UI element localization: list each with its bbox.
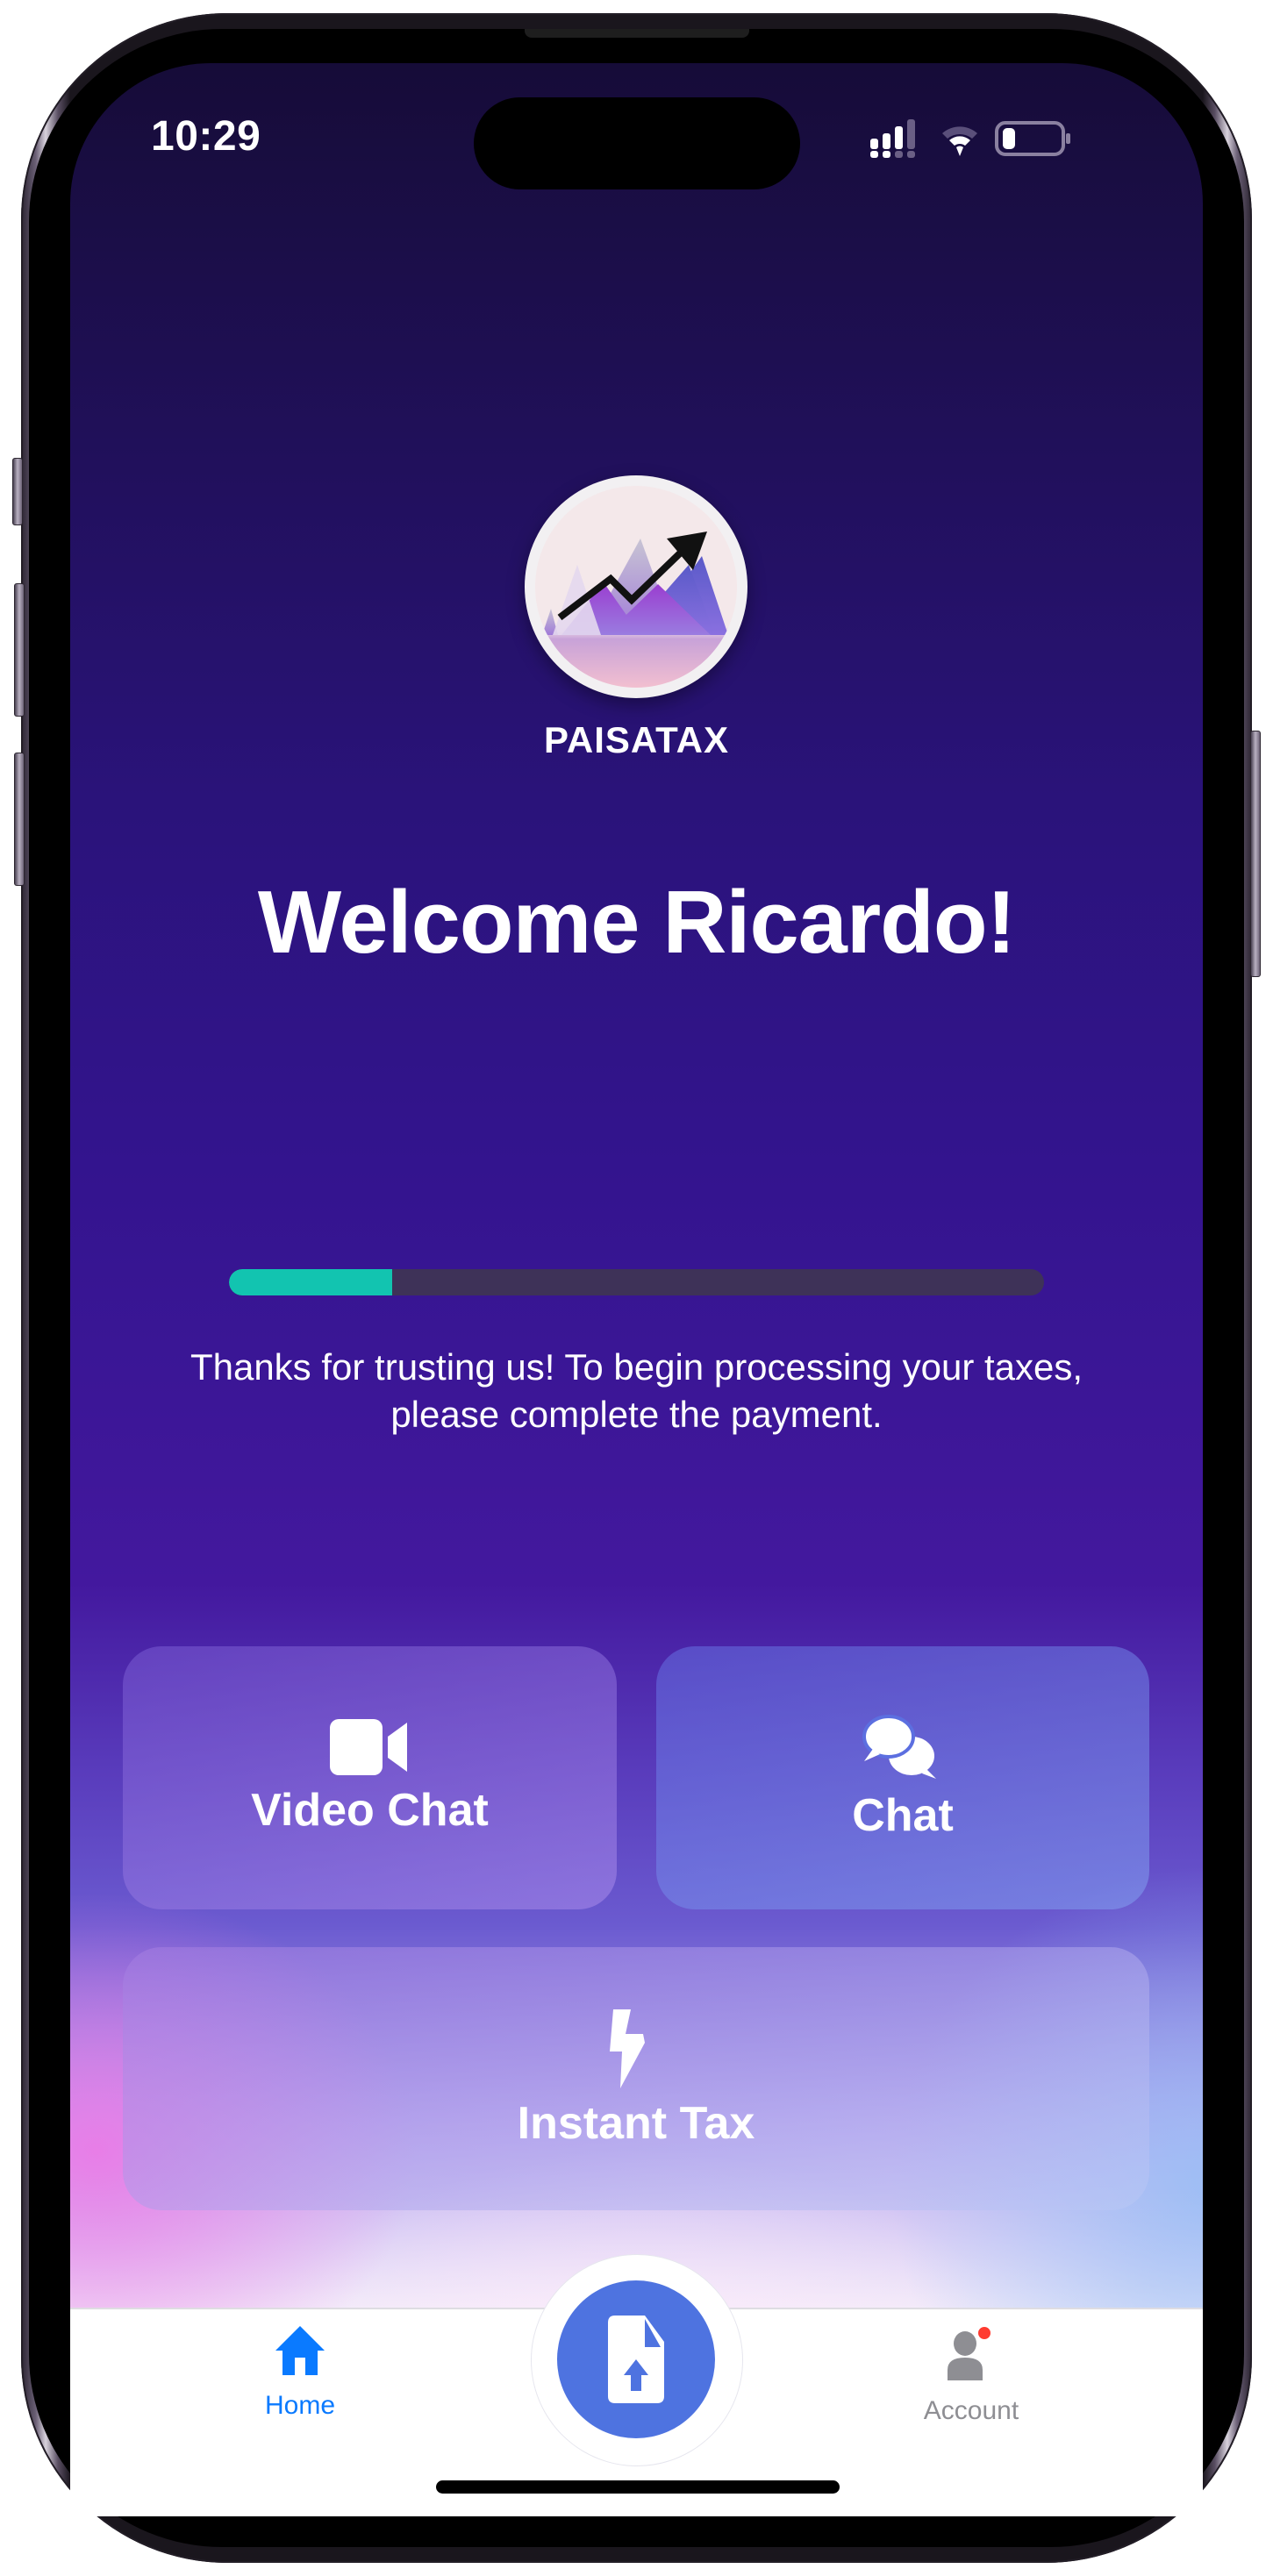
tab-account-label: Account bbox=[923, 2396, 1019, 2425]
upload-document-button[interactable] bbox=[557, 2280, 715, 2438]
tab-account[interactable]: Account bbox=[883, 2326, 1059, 2426]
payment-message: Thanks for trusting us! To begin process… bbox=[190, 1346, 1083, 1435]
volume-down-button bbox=[14, 753, 25, 886]
brand-name: PAISATAX bbox=[543, 719, 729, 760]
home-indicator bbox=[436, 2480, 840, 2494]
video-chat-button[interactable]: Video Chat bbox=[123, 1646, 617, 1909]
progress-bar bbox=[229, 1269, 1044, 1295]
welcome-title: Welcome Ricardo! bbox=[257, 874, 1016, 972]
paisatax-logo-icon bbox=[542, 532, 728, 635]
document-upload-icon bbox=[608, 2316, 664, 2403]
app-logo bbox=[525, 475, 747, 698]
status-icons bbox=[870, 119, 1074, 158]
wifi-icon bbox=[942, 126, 977, 156]
person-icon bbox=[948, 2326, 992, 2380]
mute-switch bbox=[12, 458, 23, 525]
speaker-grille bbox=[525, 29, 749, 38]
chat-label: Chat bbox=[852, 1790, 954, 1841]
chat-bubbles-icon bbox=[862, 1715, 936, 1779]
video-camera-icon bbox=[329, 1719, 407, 1775]
lightning-bolt-icon bbox=[610, 2009, 645, 2088]
instant-tax-button[interactable]: Instant Tax bbox=[123, 1947, 1149, 2210]
progress-fill bbox=[229, 1269, 392, 1295]
tab-home-label: Home bbox=[264, 2391, 336, 2420]
notification-badge bbox=[976, 2326, 992, 2341]
battery-icon bbox=[995, 121, 1070, 156]
instant-tax-label: Instant Tax bbox=[517, 2098, 755, 2149]
volume-up-button bbox=[14, 583, 25, 717]
status-time: 10:29 bbox=[151, 113, 261, 160]
cellular-signal-icon bbox=[870, 119, 915, 158]
dynamic-island bbox=[474, 97, 800, 189]
house-icon bbox=[275, 2326, 325, 2375]
chat-button[interactable]: Chat bbox=[656, 1646, 1149, 1909]
tab-home[interactable]: Home bbox=[212, 2326, 388, 2421]
video-chat-label: Video Chat bbox=[251, 1785, 489, 1836]
